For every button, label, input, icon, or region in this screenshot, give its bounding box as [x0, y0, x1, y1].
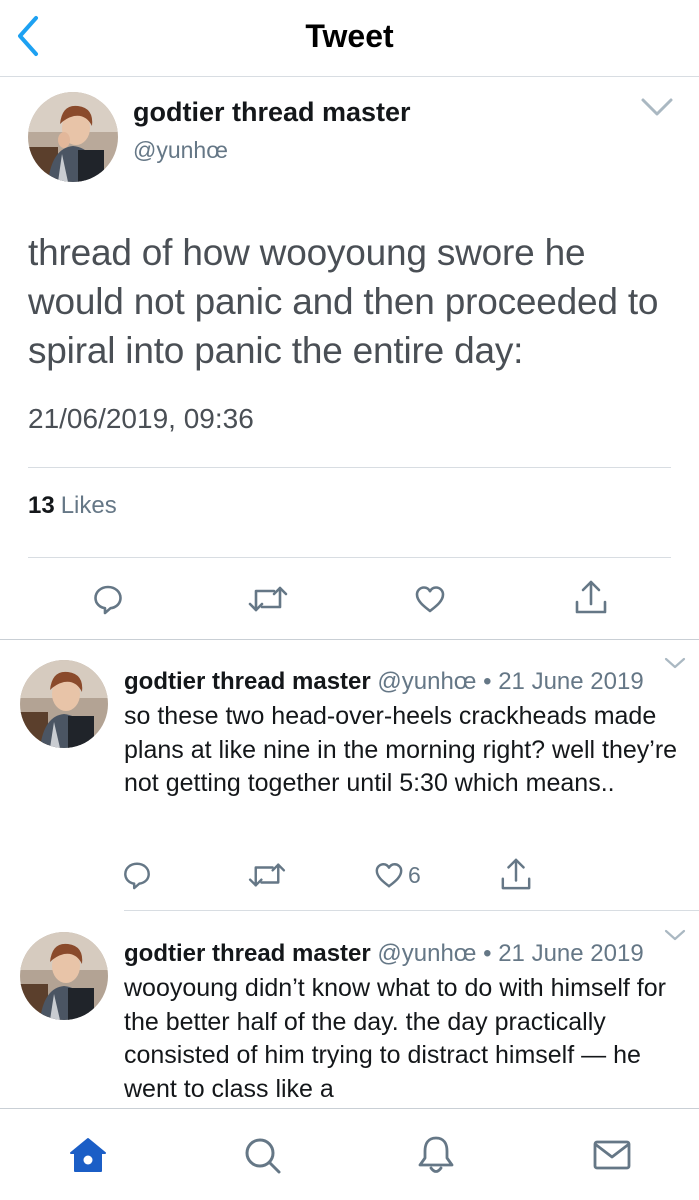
tweet-text: thread of how wooyoung swore he would no… [28, 232, 659, 371]
bell-icon [418, 1136, 454, 1173]
retweet-button[interactable] [248, 860, 286, 890]
chevron-down-icon [664, 657, 686, 669]
reply-icon [124, 862, 150, 890]
tweet-options-button[interactable] [640, 96, 674, 118]
tab-messages[interactable] [592, 1135, 632, 1180]
avatar-photo [28, 92, 118, 182]
reply-button[interactable] [122, 860, 152, 890]
mail-icon [593, 1140, 631, 1170]
handle-date: @yunhœ • 21 June 2019 [370, 668, 644, 695]
share-button[interactable] [500, 856, 532, 892]
page-title: Tweet [305, 18, 394, 54]
handle-date: @yunhœ • 21 June 2019 [370, 940, 644, 967]
retweet-button[interactable] [248, 583, 288, 615]
like-button[interactable] [414, 583, 446, 615]
divider [28, 467, 671, 468]
reply-header: godtier thread master @yunhœ • 21 June 2… [124, 668, 644, 696]
tweet-screen: Tweet godtier thread master @yunhœ threa… [0, 0, 699, 1200]
heart-icon [375, 863, 403, 888]
likes-count: 13 [28, 492, 55, 519]
retweet-icon [248, 863, 286, 887]
share-icon [501, 858, 531, 890]
heart-icon [415, 586, 445, 613]
share-icon [575, 580, 607, 614]
avatar[interactable] [28, 92, 118, 182]
likes-stat[interactable]: 13 Likes [28, 492, 117, 520]
like-count: 6 [408, 861, 421, 888]
tab-home[interactable] [68, 1135, 108, 1180]
chevron-down-icon [641, 98, 673, 116]
share-button[interactable] [574, 578, 608, 616]
reply-text: so these two head-over-heels crackheads … [124, 702, 678, 797]
chevron-down-icon [664, 929, 686, 941]
tab-notifications[interactable] [416, 1135, 456, 1180]
reply-header: godtier thread master @yunhœ • 21 June 2… [124, 940, 644, 968]
like-button[interactable]: 6 [374, 860, 421, 890]
retweet-icon [248, 586, 288, 612]
reply-text: wooyoung didn’t know what to do with him… [124, 974, 666, 1103]
tab-search[interactable] [242, 1135, 282, 1180]
home-icon [70, 1138, 106, 1172]
author-handle[interactable]: @yunhœ [133, 137, 228, 164]
tweet-options-button[interactable] [664, 656, 686, 670]
avatar[interactable] [20, 660, 108, 748]
divider [0, 639, 699, 640]
avatar[interactable] [20, 932, 108, 1020]
divider [28, 557, 671, 558]
author-name[interactable]: godtier thread master [124, 668, 371, 695]
tweet-timestamp: 21/06/2019, 09:36 [28, 403, 254, 434]
tab-bar [0, 1108, 699, 1200]
author-name[interactable]: godtier thread master [124, 940, 371, 967]
avatar-photo [20, 660, 108, 748]
author-name[interactable]: godtier thread master [133, 97, 411, 128]
avatar-photo [20, 932, 108, 1020]
search-icon [245, 1138, 281, 1174]
tweet-options-button[interactable] [664, 928, 686, 942]
reply-button[interactable] [92, 583, 124, 615]
nav-header: Tweet [0, 0, 699, 77]
reply-icon [94, 585, 122, 615]
divider [124, 910, 699, 911]
likes-label: Likes [60, 492, 117, 519]
